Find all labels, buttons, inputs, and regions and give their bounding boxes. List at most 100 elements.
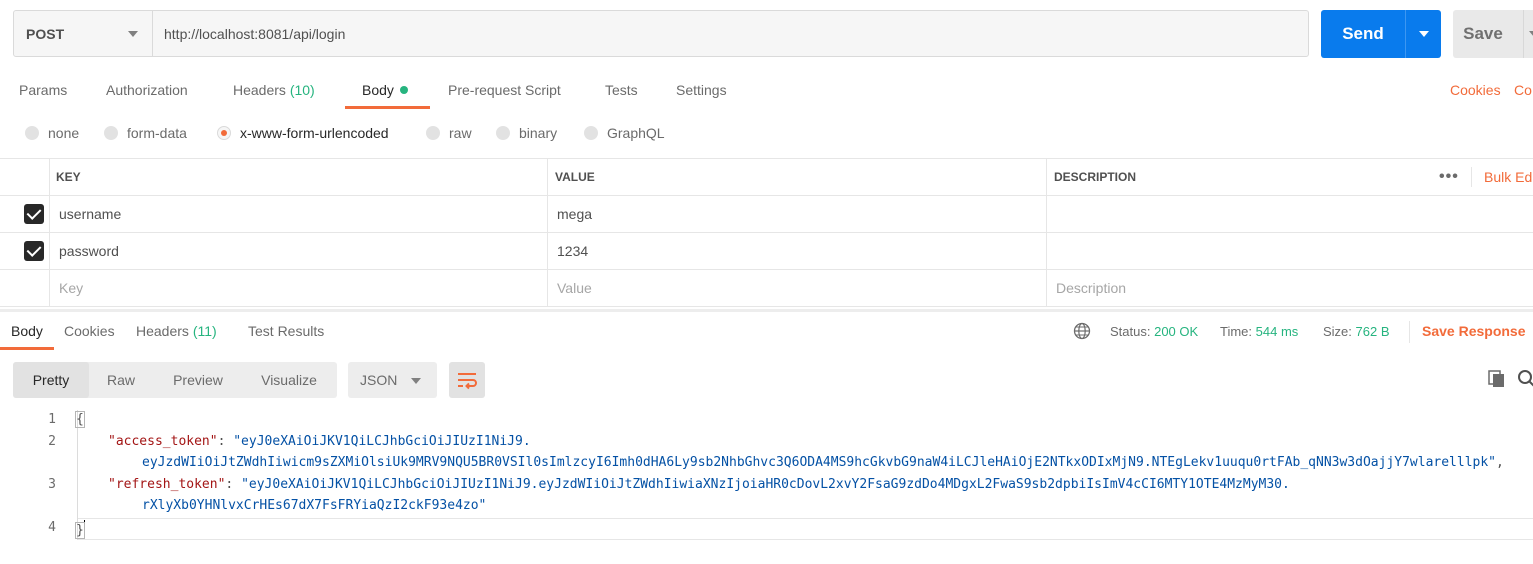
view-raw-button[interactable]: Raw <box>93 362 149 398</box>
tab-label: Test Results <box>248 323 325 339</box>
tab-label: Headers <box>136 323 189 339</box>
line-number: 2 <box>48 434 56 449</box>
code-link[interactable]: Co <box>1514 82 1532 98</box>
size-value: 762 B <box>1355 324 1390 339</box>
radio-none[interactable]: none <box>25 125 79 141</box>
view-pretty-button[interactable]: Pretty <box>13 362 89 398</box>
radio-circle-icon <box>496 126 510 140</box>
response-tab-test-results[interactable]: Test Results <box>248 323 324 339</box>
table-row-empty: Key Value Description <box>0 270 1533 307</box>
status-label: Status: <box>1110 324 1151 339</box>
view-preview-button[interactable]: Preview <box>157 362 239 398</box>
method-label: POST <box>26 25 65 42</box>
key-placeholder[interactable]: Key <box>51 270 83 306</box>
line-number: 4 <box>48 520 56 535</box>
tab-pre-request-script[interactable]: Pre-request Script <box>448 82 561 98</box>
status-info[interactable]: Status: 200 OK <box>1110 324 1198 339</box>
radio-label: form-data <box>127 125 187 141</box>
checkbox-checked[interactable] <box>24 241 44 261</box>
radio-circle-icon <box>584 126 598 140</box>
json-colon: : <box>225 477 242 492</box>
code-line-wrapped: rXlyXb0YHNlvxCrHEs67dX7FsFRYiaQzI2ckF93e… <box>142 498 486 513</box>
radio-x-www-form-urlencoded[interactable]: x-www-form-urlencoded <box>217 125 389 141</box>
close-brace: } <box>75 522 85 539</box>
header-key: KEY <box>56 170 81 184</box>
radio-label: none <box>48 125 80 141</box>
radio-circle-icon <box>104 126 118 140</box>
url-bar: POST http://localhost:8081/api/login <box>13 10 1309 57</box>
header-description: DESCRIPTION <box>1054 170 1137 184</box>
request-tabs: Params Authorization Headers (10) Body P… <box>0 72 1533 112</box>
save-dropdown[interactable] <box>1523 10 1533 58</box>
view-visualize-button[interactable]: Visualize <box>247 362 331 398</box>
save-button[interactable]: Save <box>1453 10 1533 58</box>
response-tab-cookies[interactable]: Cookies <box>64 323 115 339</box>
bulk-edit-link[interactable]: Bulk Ed <box>1484 169 1532 185</box>
header-value: VALUE <box>555 170 595 184</box>
code-line: { <box>75 411 85 428</box>
json-comma: , <box>1496 455 1504 470</box>
row-key[interactable]: password <box>51 233 119 269</box>
tab-settings[interactable]: Settings <box>676 82 727 98</box>
radio-binary[interactable]: binary <box>496 125 557 141</box>
wrap-lines-icon <box>458 373 477 390</box>
response-tab-body[interactable]: Body <box>11 323 43 339</box>
row-description[interactable] <box>1048 196 1056 232</box>
copy-icon[interactable] <box>1487 369 1507 389</box>
response-tab-headers[interactable]: Headers (11) <box>136 323 217 339</box>
send-button[interactable]: Send <box>1321 10 1441 58</box>
tab-label: Body <box>11 323 43 339</box>
json-string: "eyJ0eXAiOiJKV1QiLCJhbGciOiJIUzI1NiJ9.ey… <box>241 477 1290 492</box>
format-select[interactable]: JSON <box>348 362 437 398</box>
method-select[interactable]: POST <box>14 11 153 56</box>
tab-tests[interactable]: Tests <box>605 82 638 98</box>
tab-label: Settings <box>676 82 727 98</box>
radio-graphql[interactable]: GraphQL <box>584 125 665 141</box>
open-brace: { <box>75 411 85 428</box>
radio-label: binary <box>519 125 558 141</box>
view-mode-toolbar: Pretty Raw Preview Visualize <box>13 362 337 398</box>
tab-label: Params <box>19 82 68 98</box>
code-line-wrapped: eyJzdWIiOiJtZWdhIiwicm9sZXMiOlsiUk9MRV9N… <box>142 455 1504 470</box>
table-row: password 1234 <box>0 233 1533 270</box>
row-value[interactable]: 1234 <box>549 233 588 269</box>
row-value[interactable]: mega <box>549 196 592 232</box>
time-info[interactable]: Time: 544 ms <box>1220 324 1298 339</box>
status-dot-icon <box>399 86 408 94</box>
radio-selected-icon <box>217 126 231 140</box>
description-placeholder[interactable]: Description <box>1048 270 1126 306</box>
line-number: 3 <box>48 477 56 492</box>
globe-icon[interactable] <box>1073 322 1091 340</box>
tab-label: Authorization <box>106 82 188 98</box>
row-description[interactable] <box>1048 233 1056 269</box>
time-label: Time: <box>1220 324 1253 339</box>
tab-params[interactable]: Params <box>19 82 67 98</box>
wrap-lines-button[interactable] <box>449 362 485 398</box>
value-placeholder[interactable]: Value <box>549 270 592 306</box>
radio-form-data[interactable]: form-data <box>104 125 187 141</box>
checkbox-checked[interactable] <box>24 204 44 224</box>
json-colon: : <box>217 434 234 449</box>
tab-label: Tests <box>605 82 638 98</box>
search-icon[interactable] <box>1517 369 1533 389</box>
chevron-down-icon <box>1529 31 1533 37</box>
size-info[interactable]: Size: 762 B <box>1323 324 1390 339</box>
radio-raw[interactable]: raw <box>426 125 472 141</box>
tab-body[interactable]: Body <box>362 82 408 98</box>
tab-label: Body <box>362 82 394 98</box>
more-options-icon[interactable]: ••• <box>1439 168 1459 186</box>
tab-authorization[interactable]: Authorization <box>106 82 188 98</box>
json-key: "access_token" <box>108 434 218 449</box>
row-key[interactable]: username <box>51 196 121 232</box>
json-string: eyJzdWIiOiJtZWdhIiwicm9sZXMiOlsiUk9MRV9N… <box>142 455 1497 470</box>
chevron-down-icon <box>128 31 138 37</box>
save-response-button[interactable]: Save Response <box>1422 323 1526 339</box>
cookies-link[interactable]: Cookies <box>1450 82 1501 98</box>
format-label: JSON <box>360 372 398 388</box>
table-row: username mega <box>0 196 1533 233</box>
send-dropdown[interactable] <box>1405 10 1441 58</box>
chevron-down-icon <box>411 378 421 384</box>
response-body-editor[interactable]: 1 2 3 4 { "access_token": "eyJ0eXAiOiJKV… <box>0 410 1533 540</box>
tab-headers[interactable]: Headers (10) <box>233 82 315 98</box>
url-input[interactable]: http://localhost:8081/api/login <box>153 11 1308 56</box>
